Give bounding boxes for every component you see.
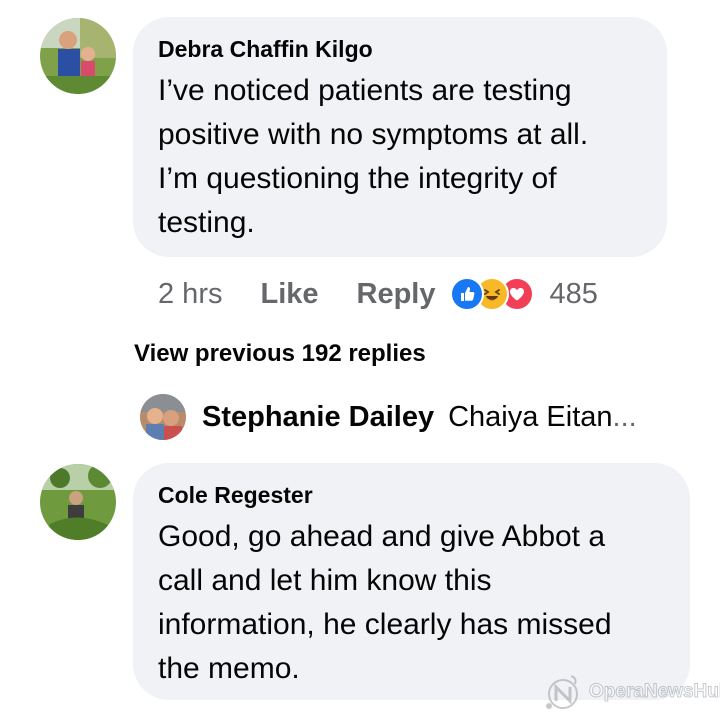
watermark: OperaNewsHub bbox=[541, 668, 720, 716]
reply-button[interactable]: Reply bbox=[357, 278, 436, 311]
reply-snippet-text: Chaiya Eitan bbox=[448, 400, 613, 433]
comment-author[interactable]: Debra Chaffin Kilgo bbox=[158, 35, 667, 63]
comment-text-line: information, he clearly has missed bbox=[158, 608, 612, 641]
reply-snippet: Chaiya Eitan... bbox=[448, 401, 637, 434]
comment-timestamp[interactable]: 2 hrs bbox=[158, 278, 222, 311]
comment-text-line: Good, go ahead and give Abbot a bbox=[158, 520, 606, 553]
comment-text-line: I’ve noticed patients are testing bbox=[158, 74, 572, 107]
reply-ellipsis: ... bbox=[612, 400, 637, 433]
watermark-logo-icon bbox=[546, 675, 578, 709]
avatar-stephanie[interactable] bbox=[140, 394, 186, 440]
comment-text-line: positive with no symptoms at all. bbox=[158, 118, 589, 151]
avatar-cole[interactable] bbox=[40, 464, 116, 540]
comment-bubble-cole: Cole Regester Good, go ahead and give Ab… bbox=[133, 463, 690, 700]
reply-author[interactable]: Stephanie Dailey bbox=[202, 401, 434, 434]
comment-author[interactable]: Cole Regester bbox=[158, 481, 690, 509]
like-icon bbox=[449, 277, 484, 311]
comment-text-line: testing. bbox=[158, 206, 255, 239]
comment-bubble-debra: Debra Chaffin Kilgo I’ve noticed patient… bbox=[133, 17, 667, 257]
like-button[interactable]: Like bbox=[260, 278, 318, 311]
view-previous-replies-link[interactable]: View previous 192 replies bbox=[134, 340, 426, 368]
comment-text-line: I’m questioning the integrity of bbox=[158, 162, 557, 195]
reaction-count[interactable]: 485 bbox=[550, 278, 598, 311]
avatar-debra[interactable] bbox=[40, 18, 116, 94]
comment-text-line: call and let him know this bbox=[158, 564, 492, 597]
watermark-text: OperaNewsHub bbox=[588, 681, 720, 703]
reaction-icons[interactable] bbox=[449, 277, 534, 311]
reply-preview[interactable]: Stephanie Dailey Chaiya Eitan... bbox=[140, 392, 637, 442]
comment-actions: 2 hrs Like Reply 485 bbox=[158, 272, 598, 316]
